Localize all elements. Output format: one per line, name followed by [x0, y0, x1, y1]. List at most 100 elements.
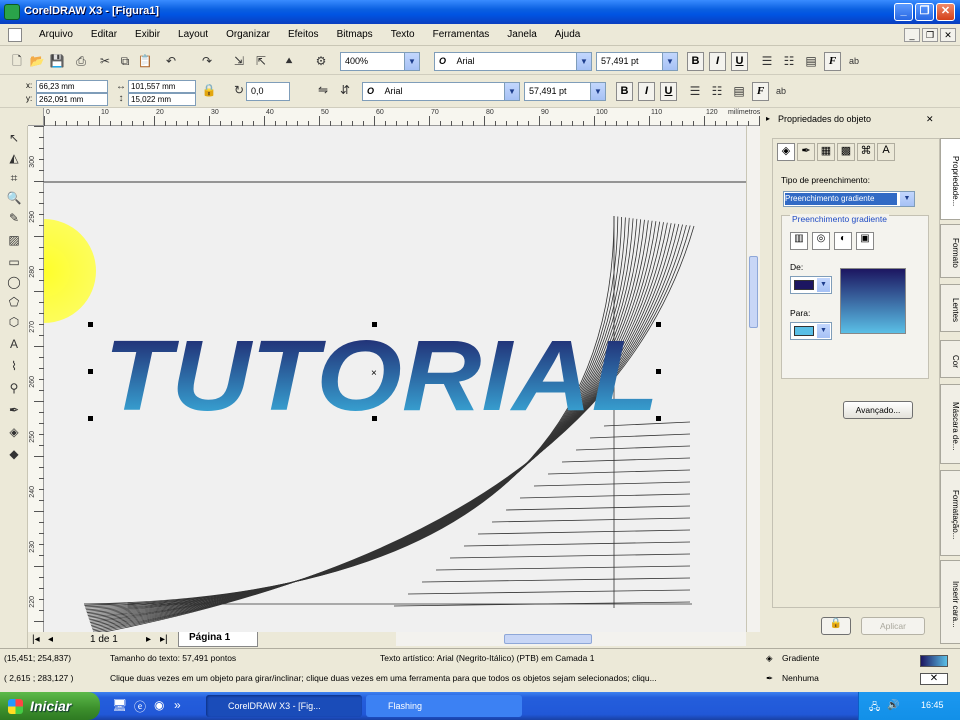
page-tab-1[interactable]: Página 1: [178, 632, 258, 647]
edit-text-button[interactable]: ab: [845, 52, 863, 70]
chevron-down-icon[interactable]: ▼: [504, 83, 519, 100]
drawing-canvas[interactable]: TUTORIAL ×: [44, 126, 746, 632]
linear-gradient-icon[interactable]: ▥: [790, 232, 808, 250]
propbar-italic-button[interactable]: I: [638, 82, 655, 101]
height-field[interactable]: 15,022 mm: [128, 93, 196, 106]
redo-icon[interactable]: ↷: [198, 52, 216, 70]
zoom-select[interactable]: 400% ▼: [340, 52, 420, 71]
export-icon[interactable]: ⇱: [252, 52, 270, 70]
internet-explorer-icon[interactable]: ⓔ: [134, 698, 146, 715]
tab-format[interactable]: Formato: [940, 224, 960, 278]
radial-gradient-icon[interactable]: ◎: [812, 232, 830, 250]
from-color-picker[interactable]: ▼: [790, 276, 832, 294]
rectangle-tool-icon[interactable]: ▭: [4, 252, 24, 272]
horizontal-scrollbar[interactable]: [396, 632, 746, 646]
menu-texto[interactable]: Texto: [382, 29, 424, 40]
doc-restore-button[interactable]: ❐: [922, 28, 938, 42]
propbar-edit-text-button[interactable]: ab: [772, 82, 790, 100]
outline-tool-icon[interactable]: ✒: [4, 400, 24, 420]
detail-tab-icon[interactable]: ▩: [837, 143, 855, 161]
menu-exibir[interactable]: Exibir: [126, 29, 169, 40]
copy-icon[interactable]: ⧉: [116, 52, 134, 70]
menu-efeitos[interactable]: Efeitos: [279, 29, 328, 40]
chevron-down-icon[interactable]: ▼: [662, 53, 677, 70]
tutorial-text-object[interactable]: TUTORIAL: [104, 320, 659, 432]
fill-tool-icon[interactable]: ◈: [4, 422, 24, 442]
save-icon[interactable]: 💾: [48, 52, 66, 70]
pick-tool-icon[interactable]: ↖: [4, 128, 24, 148]
paste-icon[interactable]: 📋: [136, 52, 154, 70]
text-tool-icon[interactable]: A: [4, 334, 24, 354]
fill-color-swatch[interactable]: [920, 655, 948, 667]
outline-color-swatch[interactable]: ✕: [920, 673, 948, 685]
coreldraw-app-icon[interactable]: [4, 4, 20, 20]
document-icon[interactable]: [8, 28, 22, 42]
eyedropper-tool-icon[interactable]: ⚲: [4, 378, 24, 398]
vertical-scroll-thumb[interactable]: [749, 256, 758, 328]
chevron-down-icon[interactable]: ▼: [817, 278, 830, 292]
width-field[interactable]: 101,557 mm: [128, 80, 196, 93]
propbar-underline-button[interactable]: U: [660, 82, 677, 101]
interactive-blend-tool-icon[interactable]: ⌇: [4, 356, 24, 376]
fill-tab-icon[interactable]: ◈: [777, 143, 795, 161]
menu-ferramentas[interactable]: Ferramentas: [424, 29, 499, 40]
italic-button[interactable]: I: [709, 52, 726, 71]
propbar-font-select[interactable]: O Arial ▼: [362, 82, 520, 101]
mirror-h-icon[interactable]: ⇋: [314, 81, 332, 99]
horizontal-scroll-thumb[interactable]: [504, 634, 592, 644]
maximize-button[interactable]: ❐: [915, 3, 934, 21]
propbar-align-icon[interactable]: ☰: [686, 82, 704, 100]
tab-object-properties[interactable]: Propriedade...: [940, 138, 960, 220]
propbar-bullet-icon[interactable]: ☷: [708, 82, 726, 100]
horizontal-ruler[interactable]: 0102030405060708090100110120130 milímetr…: [44, 108, 773, 126]
menu-bitmaps[interactable]: Bitmaps: [328, 29, 382, 40]
close-button[interactable]: ✕: [936, 3, 955, 21]
y-position-field[interactable]: 262,091 mm: [36, 93, 108, 106]
menu-organizar[interactable]: Organizar: [217, 29, 279, 40]
propbar-bold-button[interactable]: B: [616, 82, 633, 101]
crop-tool-icon[interactable]: ⌗: [4, 168, 24, 188]
docker-close-icon[interactable]: ✕: [926, 114, 934, 125]
lock-icon[interactable]: 🔒: [821, 617, 851, 635]
chevron-down-icon[interactable]: ▼: [404, 53, 419, 70]
basic-shapes-tool-icon[interactable]: ⬡: [4, 312, 24, 332]
menu-layout[interactable]: Layout: [169, 29, 217, 40]
minimize-button[interactable]: _: [894, 3, 913, 21]
print-icon[interactable]: ⎙: [72, 52, 90, 70]
mirror-v-icon[interactable]: ⇵: [336, 81, 354, 99]
ruler-origin-button[interactable]: [28, 108, 44, 126]
fill-type-select[interactable]: Preenchimento gradiente ▼: [783, 191, 915, 207]
x-position-field[interactable]: 66,23 mm: [36, 80, 108, 93]
apply-button[interactable]: Aplicar: [861, 617, 925, 635]
angle-field[interactable]: 0,0: [246, 82, 290, 101]
next-page-button[interactable]: ▸: [146, 634, 151, 645]
doc-minimize-button[interactable]: _: [904, 28, 920, 42]
smart-fill-tool-icon[interactable]: ▨: [4, 230, 24, 250]
propbar-format-text-button[interactable]: F: [752, 82, 769, 101]
bullet-icon[interactable]: ☷: [780, 52, 798, 70]
ellipse-tool-icon[interactable]: ◯: [4, 272, 24, 292]
tab-formatting[interactable]: Formatação...: [940, 470, 960, 556]
volume-icon[interactable]: 🔊: [887, 700, 899, 711]
tab-color[interactable]: Cor: [940, 340, 960, 378]
chevron-down-icon[interactable]: ▼: [900, 192, 914, 206]
advanced-button[interactable]: Avançado...: [843, 401, 913, 419]
undo-icon[interactable]: ↶: [162, 52, 180, 70]
cut-icon[interactable]: ✂: [96, 52, 114, 70]
network-icon[interactable]: 🖧: [869, 700, 880, 717]
open-icon[interactable]: 📂: [28, 52, 46, 70]
shape-tool-icon[interactable]: ◭: [4, 148, 24, 168]
text-tab-icon[interactable]: A: [877, 143, 895, 161]
vertical-ruler[interactable]: 300290280270260250240230220210: [28, 126, 44, 663]
chevron-down-icon[interactable]: ▼: [590, 83, 605, 100]
taskbar-item-coreldraw[interactable]: CorelDRAW X3 - [Fig...: [206, 695, 362, 717]
tab-mask[interactable]: Máscara de...: [940, 384, 960, 464]
tab-lenses[interactable]: Lentes: [940, 284, 960, 332]
chevron-down-icon[interactable]: ▼: [817, 324, 830, 338]
import-icon[interactable]: ⇲: [230, 52, 248, 70]
menu-ajuda[interactable]: Ajuda: [546, 29, 590, 40]
to-color-picker[interactable]: ▼: [790, 322, 832, 340]
interactive-fill-tool-icon[interactable]: ◆: [4, 444, 24, 464]
app-launcher-icon[interactable]: ⯅: [280, 52, 298, 70]
outline-tab-icon[interactable]: ✒: [797, 143, 815, 161]
